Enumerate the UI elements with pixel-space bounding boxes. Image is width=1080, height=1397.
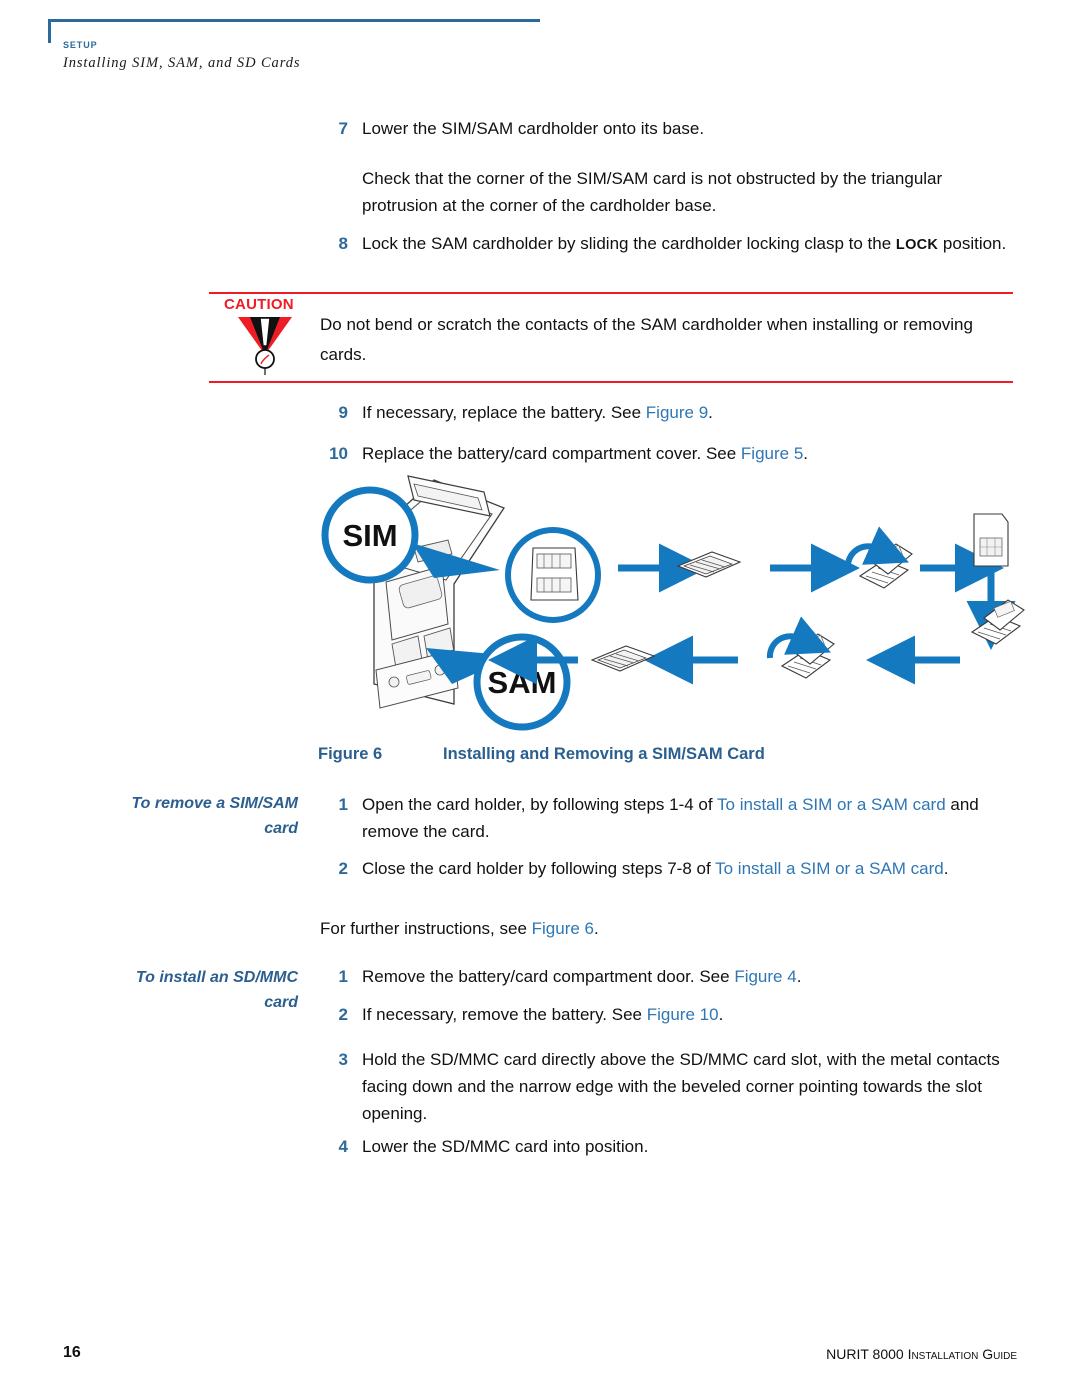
step-number: 1 xyxy=(338,967,348,986)
step-text: Open the card holder, by following steps… xyxy=(362,791,1028,845)
cross-reference-link[interactable]: Figure 10 xyxy=(647,1005,719,1024)
cross-reference-link[interactable]: Figure 9 xyxy=(646,403,708,422)
footer-page-number: 16 xyxy=(63,1344,81,1361)
step-number: 4 xyxy=(338,1137,348,1156)
remove-closing-paragraph: For further instructions, see Figure 6. xyxy=(320,915,1010,942)
step-text-before: Close the card holder by following steps… xyxy=(362,859,716,878)
step8-text-before: Lock the SAM cardholder by sliding the c… xyxy=(362,234,896,253)
footer-guide-title: NURIT 8000 Installation Guide xyxy=(826,1346,1017,1362)
step-text: Remove the battery/card compartment door… xyxy=(362,963,801,990)
step-number: 7 xyxy=(338,119,348,138)
step-text-after: . xyxy=(943,859,949,878)
side-heading-line1: To remove a SIM/SAM xyxy=(131,795,298,812)
svg-text:SAM: SAM xyxy=(488,665,557,700)
step-item: 8 Lock the SAM cardholder by sliding the… xyxy=(318,230,1028,259)
figure-caption: Figure 6 Installing and Removing a SIM/SA… xyxy=(318,745,1018,764)
warning-triangle-icon xyxy=(236,315,294,377)
step-item: 10 Replace the battery/card compartment … xyxy=(310,440,1020,467)
step7-followup-paragraph: Check that the corner of the SIM/SAM car… xyxy=(362,169,943,215)
step-item: 2 Close the card holder by following ste… xyxy=(318,855,1008,882)
figure-illustration: SIM SAM xyxy=(300,470,1030,735)
step-item: 2 If necessary, remove the battery. See … xyxy=(318,1001,1018,1028)
cross-reference-link[interactable]: Figure 5 xyxy=(741,444,803,463)
step-text: Close the card holder by following steps… xyxy=(362,855,948,882)
step-text: Replace the battery/card compartment cov… xyxy=(362,440,808,467)
header-chapter-label: Setup xyxy=(63,36,98,51)
step-text: If necessary, replace the battery. See F… xyxy=(362,399,713,426)
step-text-before: Remove the battery/card compartment door… xyxy=(362,967,735,986)
step-text: Lock the SAM cardholder by sliding the c… xyxy=(362,230,1006,259)
step-text-after: . xyxy=(708,403,713,422)
step-number: 1 xyxy=(338,795,348,814)
side-heading-remove-sim-sam: To remove a SIM/SAM card xyxy=(74,791,298,841)
header-rule-tick xyxy=(48,19,51,43)
step-number: 2 xyxy=(338,859,348,878)
svg-text:SIM: SIM xyxy=(342,518,397,553)
step-item: 9 If necessary, replace the battery. See… xyxy=(318,399,1018,426)
side-heading-line2: card xyxy=(264,820,298,837)
cross-reference-link[interactable]: To install a SIM or a SAM card xyxy=(715,859,944,878)
step-text-before: If necessary, replace the battery. See xyxy=(362,403,646,422)
cross-reference-link[interactable]: To install a SIM or a SAM card xyxy=(717,795,946,814)
caution-text: Do not bend or scratch the contacts of t… xyxy=(320,315,973,364)
side-heading-line2: card xyxy=(264,994,298,1011)
step-text-after: . xyxy=(796,967,802,986)
step-item: 3 Hold the SD/MMC card directly above th… xyxy=(318,1046,1030,1127)
closing-text-after: . xyxy=(594,919,599,938)
step-number: 2 xyxy=(338,1005,348,1024)
caution-label: CAUTION xyxy=(224,296,294,313)
step-item: 1 Open the card holder, by following ste… xyxy=(318,791,1028,845)
step-text: Hold the SD/MMC card directly above the … xyxy=(362,1050,1000,1123)
caution-bottom-rule xyxy=(209,381,1013,383)
step-text-after: . xyxy=(718,1005,724,1024)
header-rule xyxy=(48,19,540,22)
step-text: If necessary, remove the battery. See Fi… xyxy=(362,1001,723,1028)
step-text: Lower the SIM/SAM cardholder onto its ba… xyxy=(362,119,705,138)
step-item: 4 Lower the SD/MMC card into position. xyxy=(318,1133,1018,1160)
step-text: Lower the SD/MMC card into position. xyxy=(362,1137,649,1156)
cross-reference-link[interactable]: Figure 6 xyxy=(532,919,594,938)
header-section-title: Installing SIM, SAM, and SD Cards xyxy=(63,55,301,71)
figure-caption-label: Figure 6 xyxy=(318,745,383,763)
step-text-before: Open the card holder, by following steps… xyxy=(362,795,718,814)
step-number: 9 xyxy=(338,403,348,422)
cross-reference-link[interactable]: Figure 4 xyxy=(734,967,796,986)
step-number: 8 xyxy=(338,234,348,253)
lock-emphasis: LOCK xyxy=(895,237,939,253)
step-number: 3 xyxy=(338,1050,348,1069)
figure-caption-title: Installing and Removing a SIM/SAM Card xyxy=(443,745,765,763)
step-item: 7 Lower the SIM/SAM cardholder onto its … xyxy=(318,115,1018,142)
step-text-before: If necessary, remove the battery. See xyxy=(362,1005,647,1024)
step-item: 1 Remove the battery/card compartment do… xyxy=(318,963,1018,990)
side-heading-install-sd-mmc: To install an SD/MMC card xyxy=(74,965,298,1015)
step8-text-after: position. xyxy=(938,234,1007,253)
step-number: 10 xyxy=(329,444,348,463)
step-text-after: . xyxy=(803,444,809,463)
step-text-before: Replace the battery/card compartment cov… xyxy=(362,444,741,463)
closing-text-before: For further instructions, see xyxy=(320,919,532,938)
caution-top-rule xyxy=(209,292,1013,294)
side-heading-line1: To install an SD/MMC xyxy=(135,969,298,986)
